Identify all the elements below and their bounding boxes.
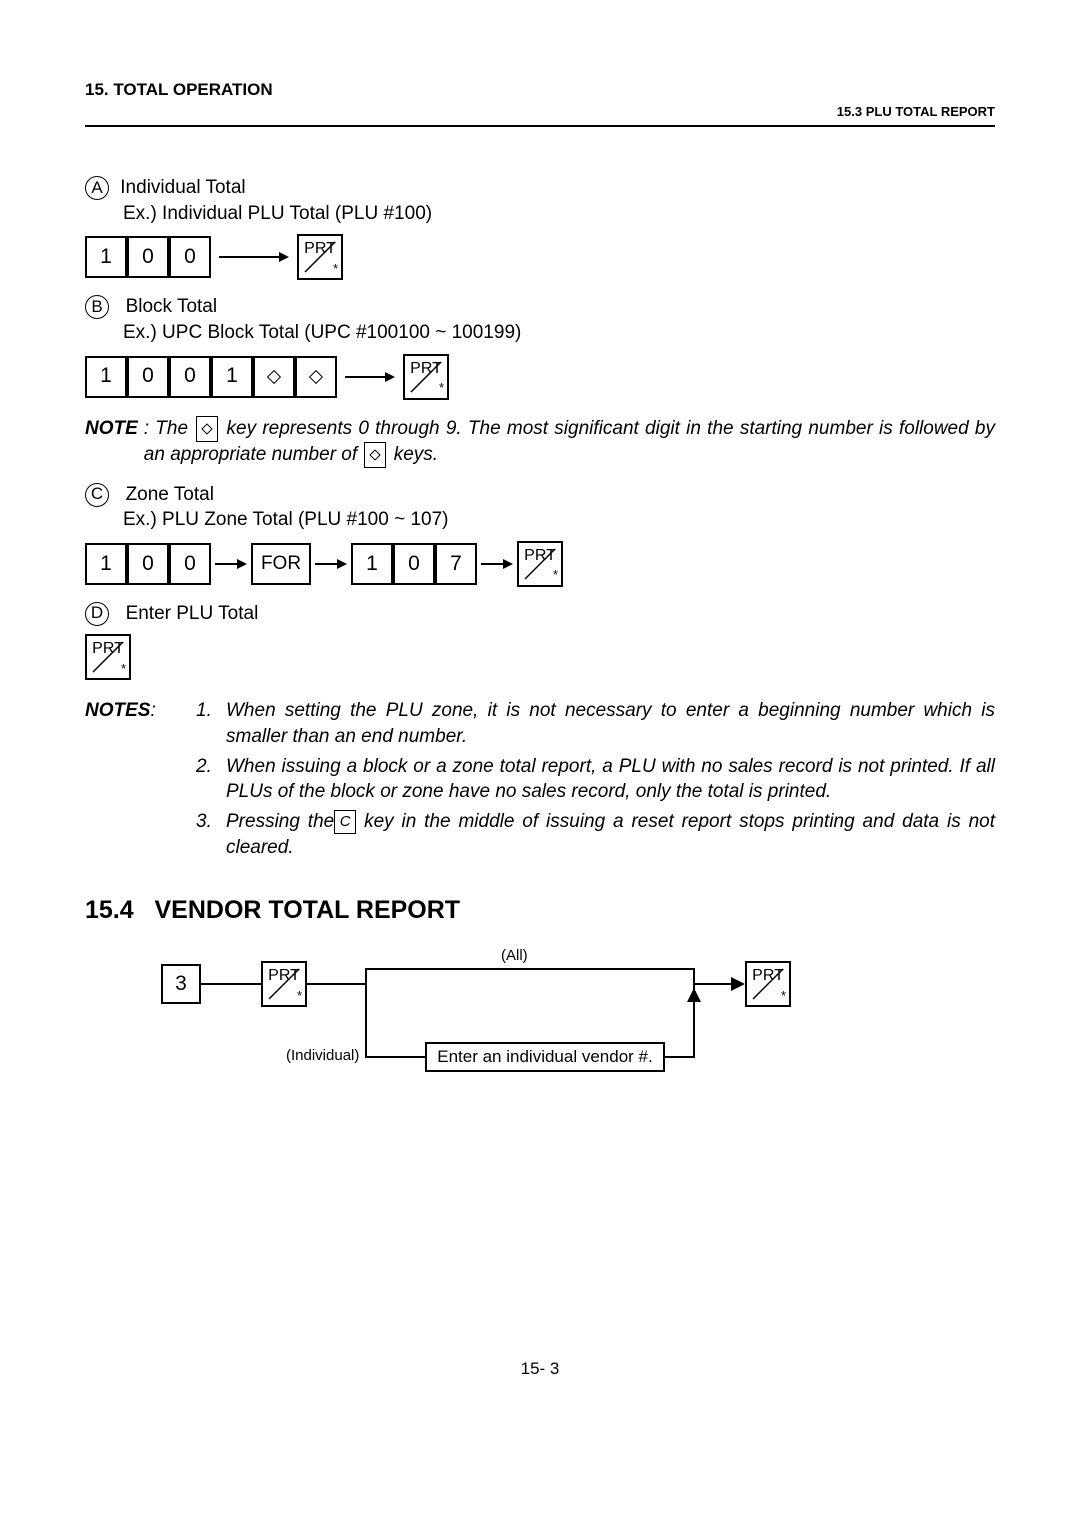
sect-c-ex: Ex.) PLU Zone Total (PLU #100 ~ 107)	[123, 507, 995, 533]
star-label: *	[439, 379, 444, 397]
arrow-icon	[219, 251, 289, 263]
section-15-4-heading: 15.4 VENDOR TOTAL REPORT	[85, 894, 995, 928]
notes-colon: :	[150, 700, 155, 721]
arrow-up-icon	[687, 988, 701, 1002]
arrow-icon	[315, 558, 347, 570]
sect-c-keys: 1 0 0 FOR 1 0 7 PRT *	[85, 541, 995, 587]
diamond-icon	[309, 369, 323, 383]
prt-key[interactable]: PRT *	[745, 961, 791, 1007]
note-1-text: When setting the PLU zone, it is not nec…	[226, 698, 995, 749]
section-c: C Zone Total Ex.) PLU Zone Total (PLU #1…	[85, 482, 995, 587]
arrow-icon	[731, 977, 745, 991]
individual-label: (Individual)	[286, 1046, 359, 1066]
note-text: : The key represents 0 through 9. The mo…	[144, 416, 995, 468]
sect-a-keys: 1 0 0 PRT *	[85, 234, 995, 280]
label-d: D	[85, 602, 109, 626]
diamond-key-1[interactable]	[253, 356, 295, 398]
key-b3[interactable]: 0	[169, 356, 211, 398]
arrow-icon	[345, 371, 395, 383]
connector-line	[365, 968, 695, 970]
prt-key[interactable]: PRT *	[85, 634, 131, 680]
diamond-icon	[202, 423, 213, 434]
key-3[interactable]: 3	[161, 964, 201, 1004]
star-label: *	[553, 566, 558, 584]
star-label: *	[781, 987, 786, 1005]
label-c: C	[85, 483, 109, 507]
note-t2: key represents 0 through 9. The most sig…	[144, 418, 995, 465]
section-a: A Individual Total Ex.) Individual PLU T…	[85, 175, 995, 280]
notes-label: NOTES	[85, 700, 150, 721]
sect-b-ex: Ex.) UPC Block Total (UPC #100100 ~ 1001…	[123, 320, 995, 346]
note-t1: : The	[144, 418, 195, 439]
sect-b-keys: 1 0 0 1 PRT *	[85, 354, 995, 400]
sect-a-title: Individual Total	[120, 177, 245, 198]
for-key[interactable]: FOR	[251, 543, 311, 585]
prt-key[interactable]: PRT *	[261, 961, 307, 1007]
arrow-icon	[215, 558, 247, 570]
note-3-text: Pressing theC key in the middle of issui…	[226, 809, 995, 860]
key-0b[interactable]: 0	[169, 236, 211, 278]
key-c4[interactable]: 1	[351, 543, 393, 585]
diamond-icon	[267, 369, 281, 383]
note-2-text: When issuing a block or a zone total rep…	[226, 754, 995, 805]
note-item-2: 2.When issuing a block or a zone total r…	[196, 754, 995, 805]
star-label: *	[333, 260, 338, 278]
key-c3[interactable]: 0	[169, 543, 211, 585]
note-item-1: 1.When setting the PLU zone, it is not n…	[196, 698, 995, 749]
diamond-key-2[interactable]	[295, 356, 337, 398]
prt-key[interactable]: PRT *	[517, 541, 563, 587]
key-c6[interactable]: 7	[435, 543, 477, 585]
header-rule	[85, 125, 995, 127]
key-b4[interactable]: 1	[211, 356, 253, 398]
all-label: (All)	[501, 946, 528, 966]
note-t3: keys.	[394, 444, 438, 465]
vendor-diagram: 3 PRT * (All) PRT	[161, 958, 995, 1088]
sect-d-title: Enter PLU Total	[126, 603, 259, 624]
connector-line	[201, 983, 261, 985]
sect-b-title-text: Block Total	[126, 296, 218, 317]
sect-d-keys: PRT *	[85, 634, 995, 680]
key-c5[interactable]: 0	[393, 543, 435, 585]
sect-c-title: Zone Total	[126, 484, 214, 505]
chapter-header: 15. TOTAL OPERATION	[85, 80, 995, 100]
key-1[interactable]: 1	[85, 236, 127, 278]
star-label: *	[121, 660, 126, 678]
key-c2[interactable]: 0	[127, 543, 169, 585]
prt-key[interactable]: PRT *	[297, 234, 343, 280]
note-item-3: 3.Pressing theC key in the middle of iss…	[196, 809, 995, 860]
connector-line	[695, 983, 733, 985]
sect-a-ex: Ex.) Individual PLU Total (PLU #100)	[123, 201, 995, 227]
label-a: A	[85, 176, 109, 200]
enter-vendor-box: Enter an individual vendor #.	[425, 1042, 665, 1072]
section-d: D Enter PLU Total PRT *	[85, 601, 995, 681]
diamond-icon	[370, 449, 381, 460]
connector-line	[693, 968, 695, 1058]
star-label: *	[297, 987, 302, 1005]
key-b1[interactable]: 1	[85, 356, 127, 398]
arrow-icon	[481, 558, 513, 570]
connector-line	[307, 983, 367, 985]
key-0[interactable]: 0	[127, 236, 169, 278]
key-c1[interactable]: 1	[85, 543, 127, 585]
notes-list: NOTES: 1.When setting the PLU zone, it i…	[85, 698, 995, 864]
page-number: 15- 3	[85, 1358, 995, 1381]
diamond-key-inline	[364, 442, 386, 468]
connector-line	[365, 968, 367, 1058]
section-b: B Block Total Ex.) UPC Block Total (UPC …	[85, 294, 995, 399]
note-block: NOTE : The key represents 0 through 9. T…	[85, 416, 995, 468]
note-label: NOTE	[85, 418, 138, 439]
connector-line	[365, 1056, 425, 1058]
connector-line	[665, 1056, 695, 1058]
prt-key[interactable]: PRT *	[403, 354, 449, 400]
key-b2[interactable]: 0	[127, 356, 169, 398]
diamond-key-inline	[196, 416, 218, 442]
c-key-inline: C	[334, 810, 356, 834]
label-b: B	[85, 295, 109, 319]
sub-header-right: 15.3 PLU TOTAL REPORT	[85, 104, 995, 119]
